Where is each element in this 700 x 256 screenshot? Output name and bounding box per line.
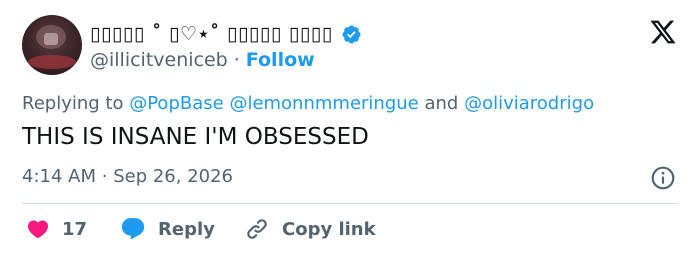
mention-link[interactable]: @lemonnmmeringue: [229, 93, 418, 114]
x-logo-icon[interactable]: [648, 18, 678, 46]
reply-label: Reply: [158, 218, 215, 240]
avatar[interactable]: [22, 15, 82, 75]
mention-link[interactable]: @oliviarodrigo: [464, 93, 594, 114]
reply-bubble-icon: [121, 218, 145, 240]
divider: [22, 203, 678, 204]
author-handle[interactable]: @illicitveniceb: [90, 49, 228, 71]
like-count: 17: [62, 218, 88, 240]
separator-dot: ·: [101, 166, 108, 187]
post-timestamp[interactable]: 4:14 AM · Sep 26, 2026: [22, 166, 233, 187]
link-icon: [247, 219, 267, 239]
author-display-name[interactable]: ▯▯▯▯▯ ˚ ▯♡⋆˚ ▯▯▯▯▯ ▯▯▯▯: [90, 23, 333, 45]
reply-button[interactable]: Reply: [120, 214, 215, 244]
mention-link[interactable]: @PopBase: [129, 93, 223, 114]
copy-link-label: Copy link: [282, 218, 376, 240]
copy-link-button[interactable]: Copy link: [244, 214, 376, 244]
avatar-shape: [28, 55, 76, 69]
post-date: Sep 26, 2026: [113, 166, 234, 187]
post-time: 4:14 AM: [22, 166, 96, 187]
replying-to-line: Replying to @PopBase @lemonnmmeringue an…: [22, 93, 594, 114]
separator-dot: ·: [233, 49, 240, 71]
post-text: THIS IS INSANE I'M OBSESSED: [22, 124, 369, 150]
follow-button[interactable]: Follow: [246, 49, 315, 71]
verified-badge-icon: [342, 25, 361, 43]
author-handle-row: @illicitveniceb · Follow: [90, 48, 315, 72]
avatar-shape: [44, 33, 58, 45]
like-button[interactable]: 17: [26, 214, 87, 244]
replying-to-label: Replying to: [22, 93, 124, 114]
author-name-row: ▯▯▯▯▯ ˚ ▯♡⋆˚ ▯▯▯▯▯ ▯▯▯▯: [90, 20, 362, 48]
heart-icon: [27, 220, 49, 239]
replying-to-connector: and: [424, 93, 459, 114]
info-icon[interactable]: [650, 165, 676, 191]
